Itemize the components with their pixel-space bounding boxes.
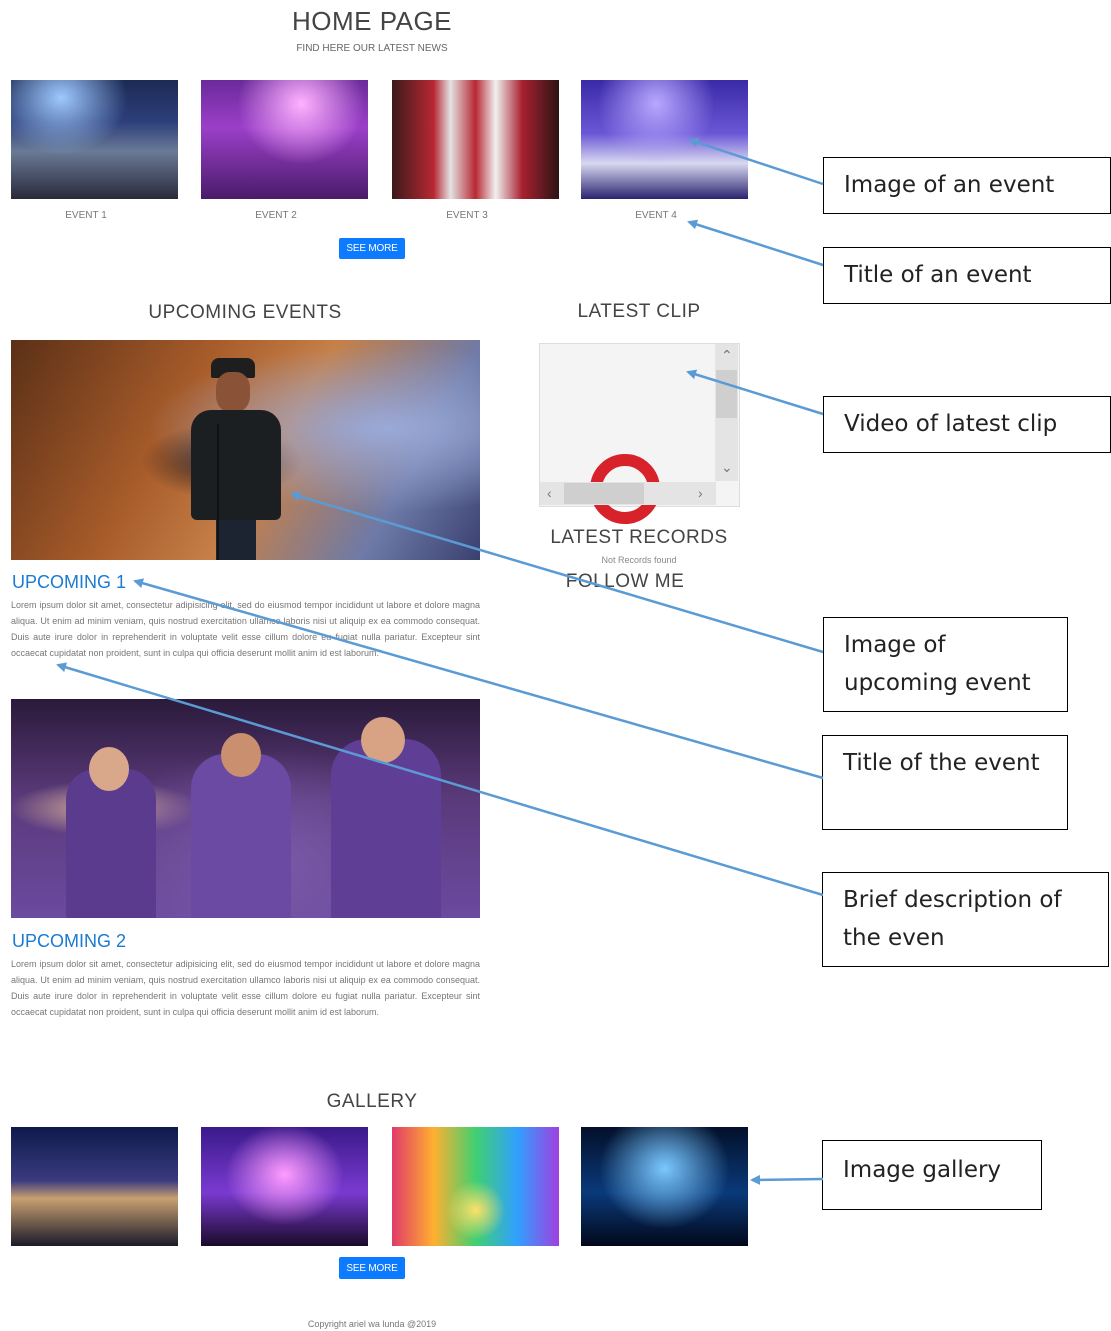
arrow-description [56, 662, 824, 897]
arrow-event-image [688, 137, 824, 186]
arrow-event-title [687, 219, 824, 267]
arrow-upcoming-image [290, 491, 824, 654]
annotation-arrows [56, 137, 824, 1185]
arrow-gallery [750, 1174, 824, 1185]
arrow-video [686, 369, 824, 416]
arrow-upcoming-title [133, 578, 824, 780]
